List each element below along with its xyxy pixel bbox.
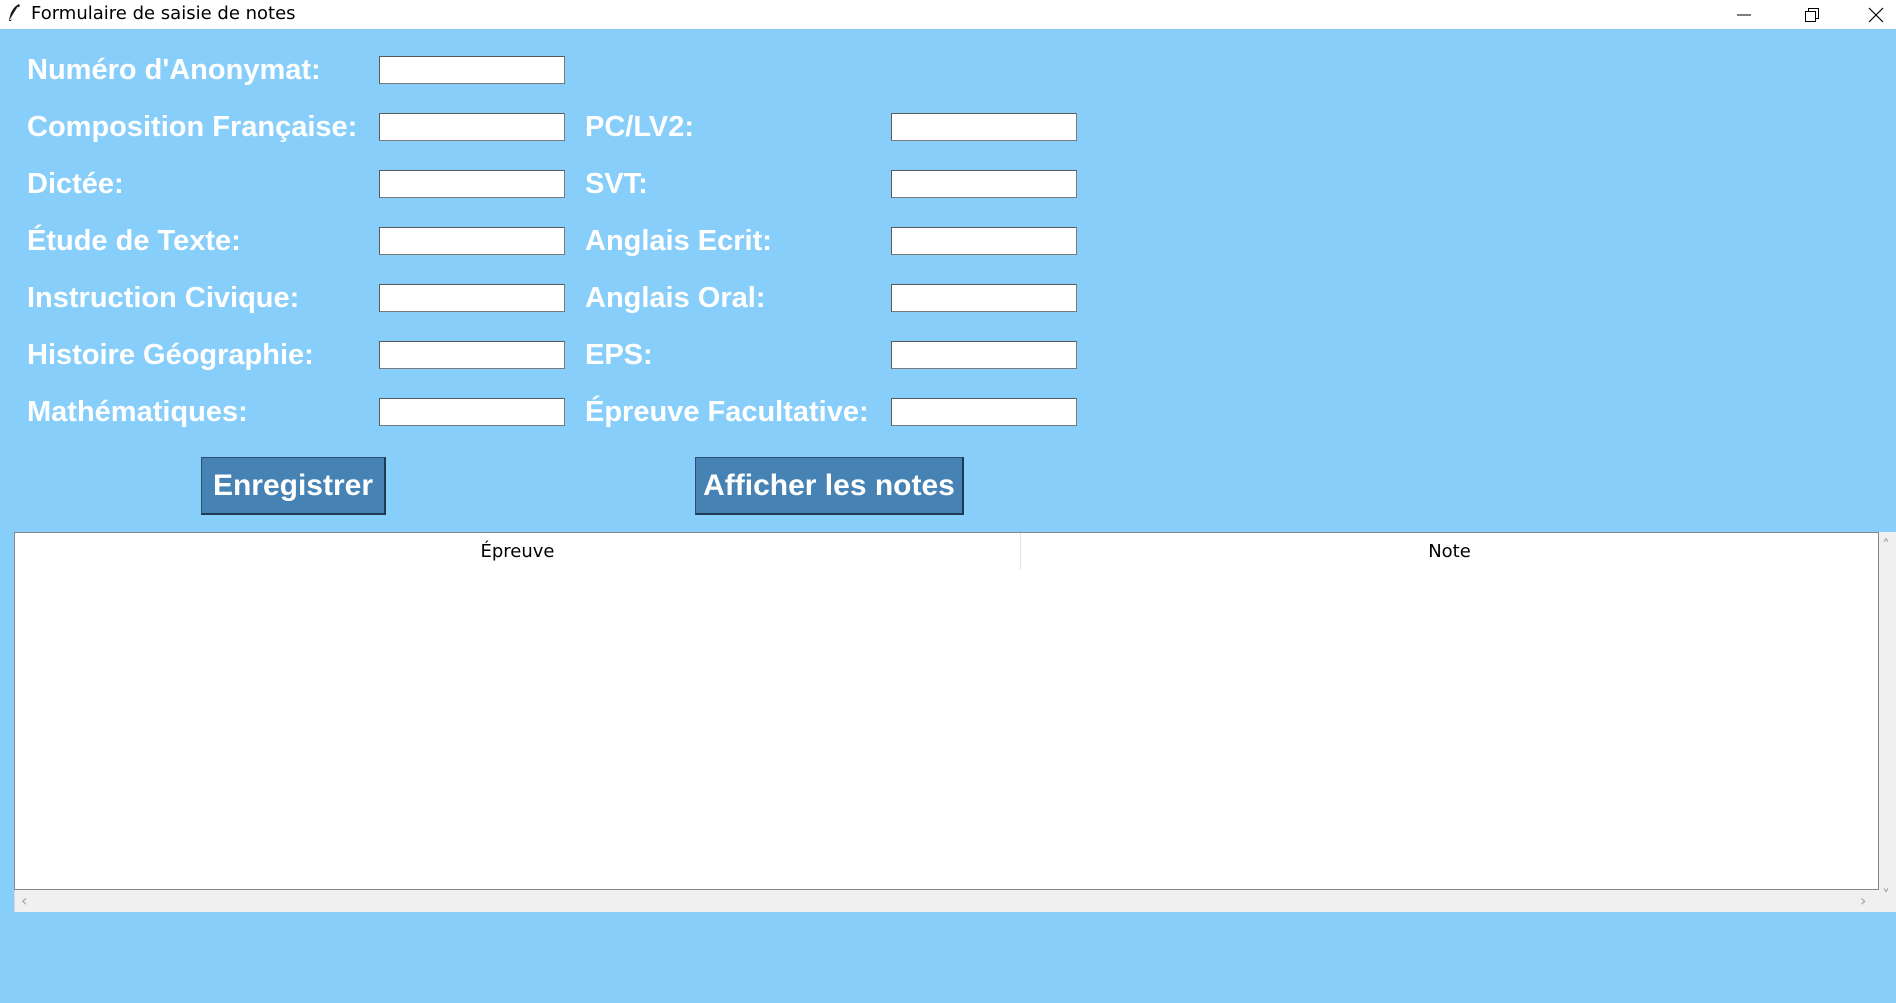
label-mathematiques: Mathématiques: [27,396,248,428]
label-histoire-geographie: Histoire Géographie: [27,339,314,371]
horizontal-scrollbar[interactable]: ‹ › [14,890,1879,912]
label-anglais-ecrit: Anglais Ecrit: [585,225,772,257]
minimize-button[interactable] [1715,0,1773,29]
field-composition-francaise[interactable] [379,113,565,141]
label-eps: EPS: [585,339,653,371]
restore-button[interactable] [1783,0,1841,29]
column-header-note[interactable]: Note [1021,533,1878,570]
scroll-down-icon[interactable]: ˅ [1882,888,1890,904]
window-title: Formulaire de saisie de notes [31,3,296,24]
field-instruction-civique[interactable] [379,284,565,312]
field-etude-texte[interactable] [379,227,565,255]
column-header-epreuve[interactable]: Épreuve [15,533,1020,570]
label-pc-lv2: PC/LV2: [585,111,695,143]
field-pc-lv2[interactable] [891,113,1077,141]
feather-icon [6,3,22,23]
label-epreuve-facultative: Épreuve Facultative: [585,396,869,428]
close-button[interactable] [1856,0,1896,29]
field-anglais-ecrit[interactable] [891,227,1077,255]
field-mathematiques[interactable] [379,398,565,426]
show-grades-button[interactable]: Afficher les notes [695,457,964,515]
field-numero-anonymat[interactable] [379,56,565,84]
minimize-icon [1737,14,1751,15]
field-anglais-oral[interactable] [891,284,1077,312]
field-epreuve-facultative[interactable] [891,398,1077,426]
label-svt: SVT: [585,168,648,200]
field-histoire-geographie[interactable] [379,341,565,369]
label-numero-anonymat: Numéro d'Anonymat: [27,54,321,86]
scroll-up-icon[interactable]: ˄ [1882,538,1890,554]
vertical-scrollbar[interactable]: ˄ ˅ [1879,532,1896,912]
field-dictee[interactable] [379,170,565,198]
label-instruction-civique: Instruction Civique: [27,282,300,314]
label-etude-texte: Étude de Texte: [27,225,241,257]
restore-icon [1805,7,1819,22]
close-icon [1868,7,1884,22]
label-composition-francaise: Composition Française: [27,111,358,143]
field-eps[interactable] [891,341,1077,369]
label-dictee: Dictée: [27,168,124,200]
scroll-right-icon[interactable]: › [1860,893,1866,909]
scroll-left-icon[interactable]: ‹ [21,893,27,909]
label-anglais-oral: Anglais Oral: [585,282,766,314]
title-bar: Formulaire de saisie de notes [0,0,1896,29]
field-svt[interactable] [891,170,1077,198]
grades-table[interactable]: Épreuve Note [14,532,1879,890]
save-button[interactable]: Enregistrer [201,457,386,515]
